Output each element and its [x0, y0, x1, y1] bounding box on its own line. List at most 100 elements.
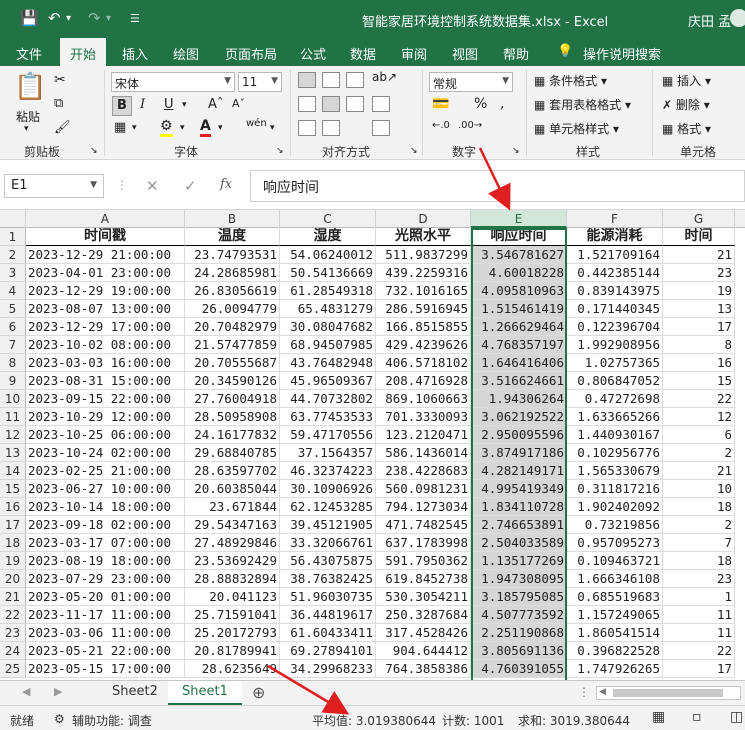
data-cell[interactable]: 1.902402092	[567, 498, 663, 516]
data-cell[interactable]: 2023-05-21 22:00:00	[26, 642, 185, 660]
data-cell[interactable]: 3.185795085	[471, 588, 567, 606]
avatar[interactable]	[730, 9, 745, 27]
column-header-b[interactable]: B	[185, 210, 280, 228]
column-title-cell[interactable]: 光照水平	[376, 228, 471, 246]
data-cell[interactable]: 0.442385144	[567, 264, 663, 282]
data-cell[interactable]: 26.83056619	[185, 282, 280, 300]
row-header[interactable]: 14	[0, 462, 26, 480]
data-cell[interactable]: 560.0981231	[376, 480, 471, 498]
data-cell[interactable]: 10	[663, 480, 735, 498]
data-cell[interactable]: 6	[663, 426, 735, 444]
row-header[interactable]: 25	[0, 660, 26, 678]
data-cell[interactable]: 0.73219856	[567, 516, 663, 534]
data-cell[interactable]: 869.1060663	[376, 390, 471, 408]
data-cell[interactable]: 37.1564357	[280, 444, 376, 462]
font-color-dropdown-icon[interactable]: ▾	[218, 123, 223, 133]
data-cell[interactable]: 17	[663, 318, 735, 336]
row-header[interactable]: 18	[0, 534, 26, 552]
undo-dropdown-icon[interactable]: ▾	[66, 13, 71, 24]
format-painter-icon[interactable]: 🖌	[54, 120, 71, 135]
data-cell[interactable]: 0.311817216	[567, 480, 663, 498]
column-header-d[interactable]: D	[376, 210, 471, 228]
data-cell[interactable]: 21	[663, 462, 735, 480]
data-cell[interactable]: 2023-12-29 21:00:00	[26, 246, 185, 264]
data-cell[interactable]: 19	[663, 282, 735, 300]
tab-file[interactable]: 文件	[16, 44, 42, 63]
row-header[interactable]: 17	[0, 516, 26, 534]
shrink-font-icon[interactable]: Aˇ	[232, 97, 245, 110]
data-cell[interactable]: 511.9837299	[376, 246, 471, 264]
data-cell[interactable]: 238.4228683	[376, 462, 471, 480]
accessibility-status[interactable]: 辅助功能: 调查	[72, 712, 152, 729]
data-cell[interactable]: 2023-11-17 11:00:00	[26, 606, 185, 624]
data-cell[interactable]: 1.521709164	[567, 246, 663, 264]
row-header[interactable]: 5	[0, 300, 26, 318]
data-cell[interactable]: 23	[663, 264, 735, 282]
fill-color-dropdown-icon[interactable]: ▾	[180, 123, 185, 133]
data-cell[interactable]: 63.77453533	[280, 408, 376, 426]
decrease-indent-icon[interactable]	[298, 120, 316, 136]
row-header[interactable]: 16	[0, 498, 26, 516]
data-cell[interactable]: 21	[663, 246, 735, 264]
scroll-left-icon[interactable]: ◀	[599, 687, 606, 697]
data-cell[interactable]: 0.957095273	[567, 534, 663, 552]
data-cell[interactable]: 20.81789941	[185, 642, 280, 660]
more-icon[interactable]: ⋮	[578, 685, 590, 699]
increase-decimal-icon[interactable]: ←.0	[432, 120, 450, 131]
decrease-decimal-icon[interactable]: .00→	[458, 120, 482, 131]
row-header[interactable]: 3	[0, 264, 26, 282]
insert-function-button[interactable]: fx	[220, 177, 232, 192]
data-cell[interactable]: 3.516624661	[471, 372, 567, 390]
data-cell[interactable]: 25.71591041	[185, 606, 280, 624]
phonetic-button[interactable]: wén	[246, 118, 267, 129]
align-bottom-icon[interactable]	[346, 72, 364, 88]
column-title-cell[interactable]: 时间	[663, 228, 735, 246]
data-cell[interactable]: 69.27894101	[280, 642, 376, 660]
data-cell[interactable]: 2023-10-02 08:00:00	[26, 336, 185, 354]
data-cell[interactable]: 2023-08-19 18:00:00	[26, 552, 185, 570]
data-cell[interactable]: 56.43075875	[280, 552, 376, 570]
name-box[interactable]: E1 ▼	[4, 174, 104, 198]
tab-help[interactable]: 帮助	[503, 44, 529, 63]
data-cell[interactable]: 23.53692429	[185, 552, 280, 570]
format-cells-button[interactable]: ▦ 格式 ▾	[662, 120, 711, 137]
data-cell[interactable]: 12	[663, 408, 735, 426]
data-cell[interactable]: 18	[663, 498, 735, 516]
align-middle-icon[interactable]	[322, 72, 340, 88]
data-cell[interactable]: 2.504033589	[471, 534, 567, 552]
format-as-table-button[interactable]: ▦ 套用表格格式 ▾	[534, 96, 631, 113]
row-header[interactable]: 7	[0, 336, 26, 354]
data-cell[interactable]: 586.1436014	[376, 444, 471, 462]
data-cell[interactable]: 28.6235649	[185, 660, 280, 678]
data-cell[interactable]: 2023-05-20 01:00:00	[26, 588, 185, 606]
data-cell[interactable]: 51.96030735	[280, 588, 376, 606]
data-cell[interactable]: 34.29968233	[280, 660, 376, 678]
tab-home[interactable]: 开始	[60, 38, 107, 66]
data-cell[interactable]: 406.5718102	[376, 354, 471, 372]
data-cell[interactable]: 1.947308095	[471, 570, 567, 588]
cancel-icon[interactable]: ✕	[146, 177, 159, 195]
data-cell[interactable]: 39.45121905	[280, 516, 376, 534]
data-cell[interactable]: 1.266629464	[471, 318, 567, 336]
data-cell[interactable]: 2023-03-06 11:00:00	[26, 624, 185, 642]
data-cell[interactable]: 24.28685981	[185, 264, 280, 282]
page-break-view-icon[interactable]: ◫	[730, 709, 743, 725]
row-header[interactable]: 20	[0, 570, 26, 588]
data-cell[interactable]: 1.135177269	[471, 552, 567, 570]
data-cell[interactable]: 701.3330093	[376, 408, 471, 426]
tab-formulas[interactable]: 公式	[300, 44, 326, 63]
data-cell[interactable]: 4.60018228	[471, 264, 567, 282]
data-cell[interactable]: 20.70482979	[185, 318, 280, 336]
data-cell[interactable]: 27.76004918	[185, 390, 280, 408]
data-cell[interactable]: 23.74793531	[185, 246, 280, 264]
data-cell[interactable]: 286.5916945	[376, 300, 471, 318]
status-average[interactable]: 平均值: 3.019380644	[312, 712, 436, 729]
tab-review[interactable]: 审阅	[401, 44, 427, 63]
data-cell[interactable]: 2023-09-18 02:00:00	[26, 516, 185, 534]
borders-dropdown-icon[interactable]: ▾	[132, 123, 137, 133]
data-cell[interactable]: 2023-06-27 10:00:00	[26, 480, 185, 498]
data-cell[interactable]: 28.50958908	[185, 408, 280, 426]
column-header-f[interactable]: F	[567, 210, 663, 228]
data-cell[interactable]: 2023-12-29 17:00:00	[26, 318, 185, 336]
data-cell[interactable]: 0.396822528	[567, 642, 663, 660]
